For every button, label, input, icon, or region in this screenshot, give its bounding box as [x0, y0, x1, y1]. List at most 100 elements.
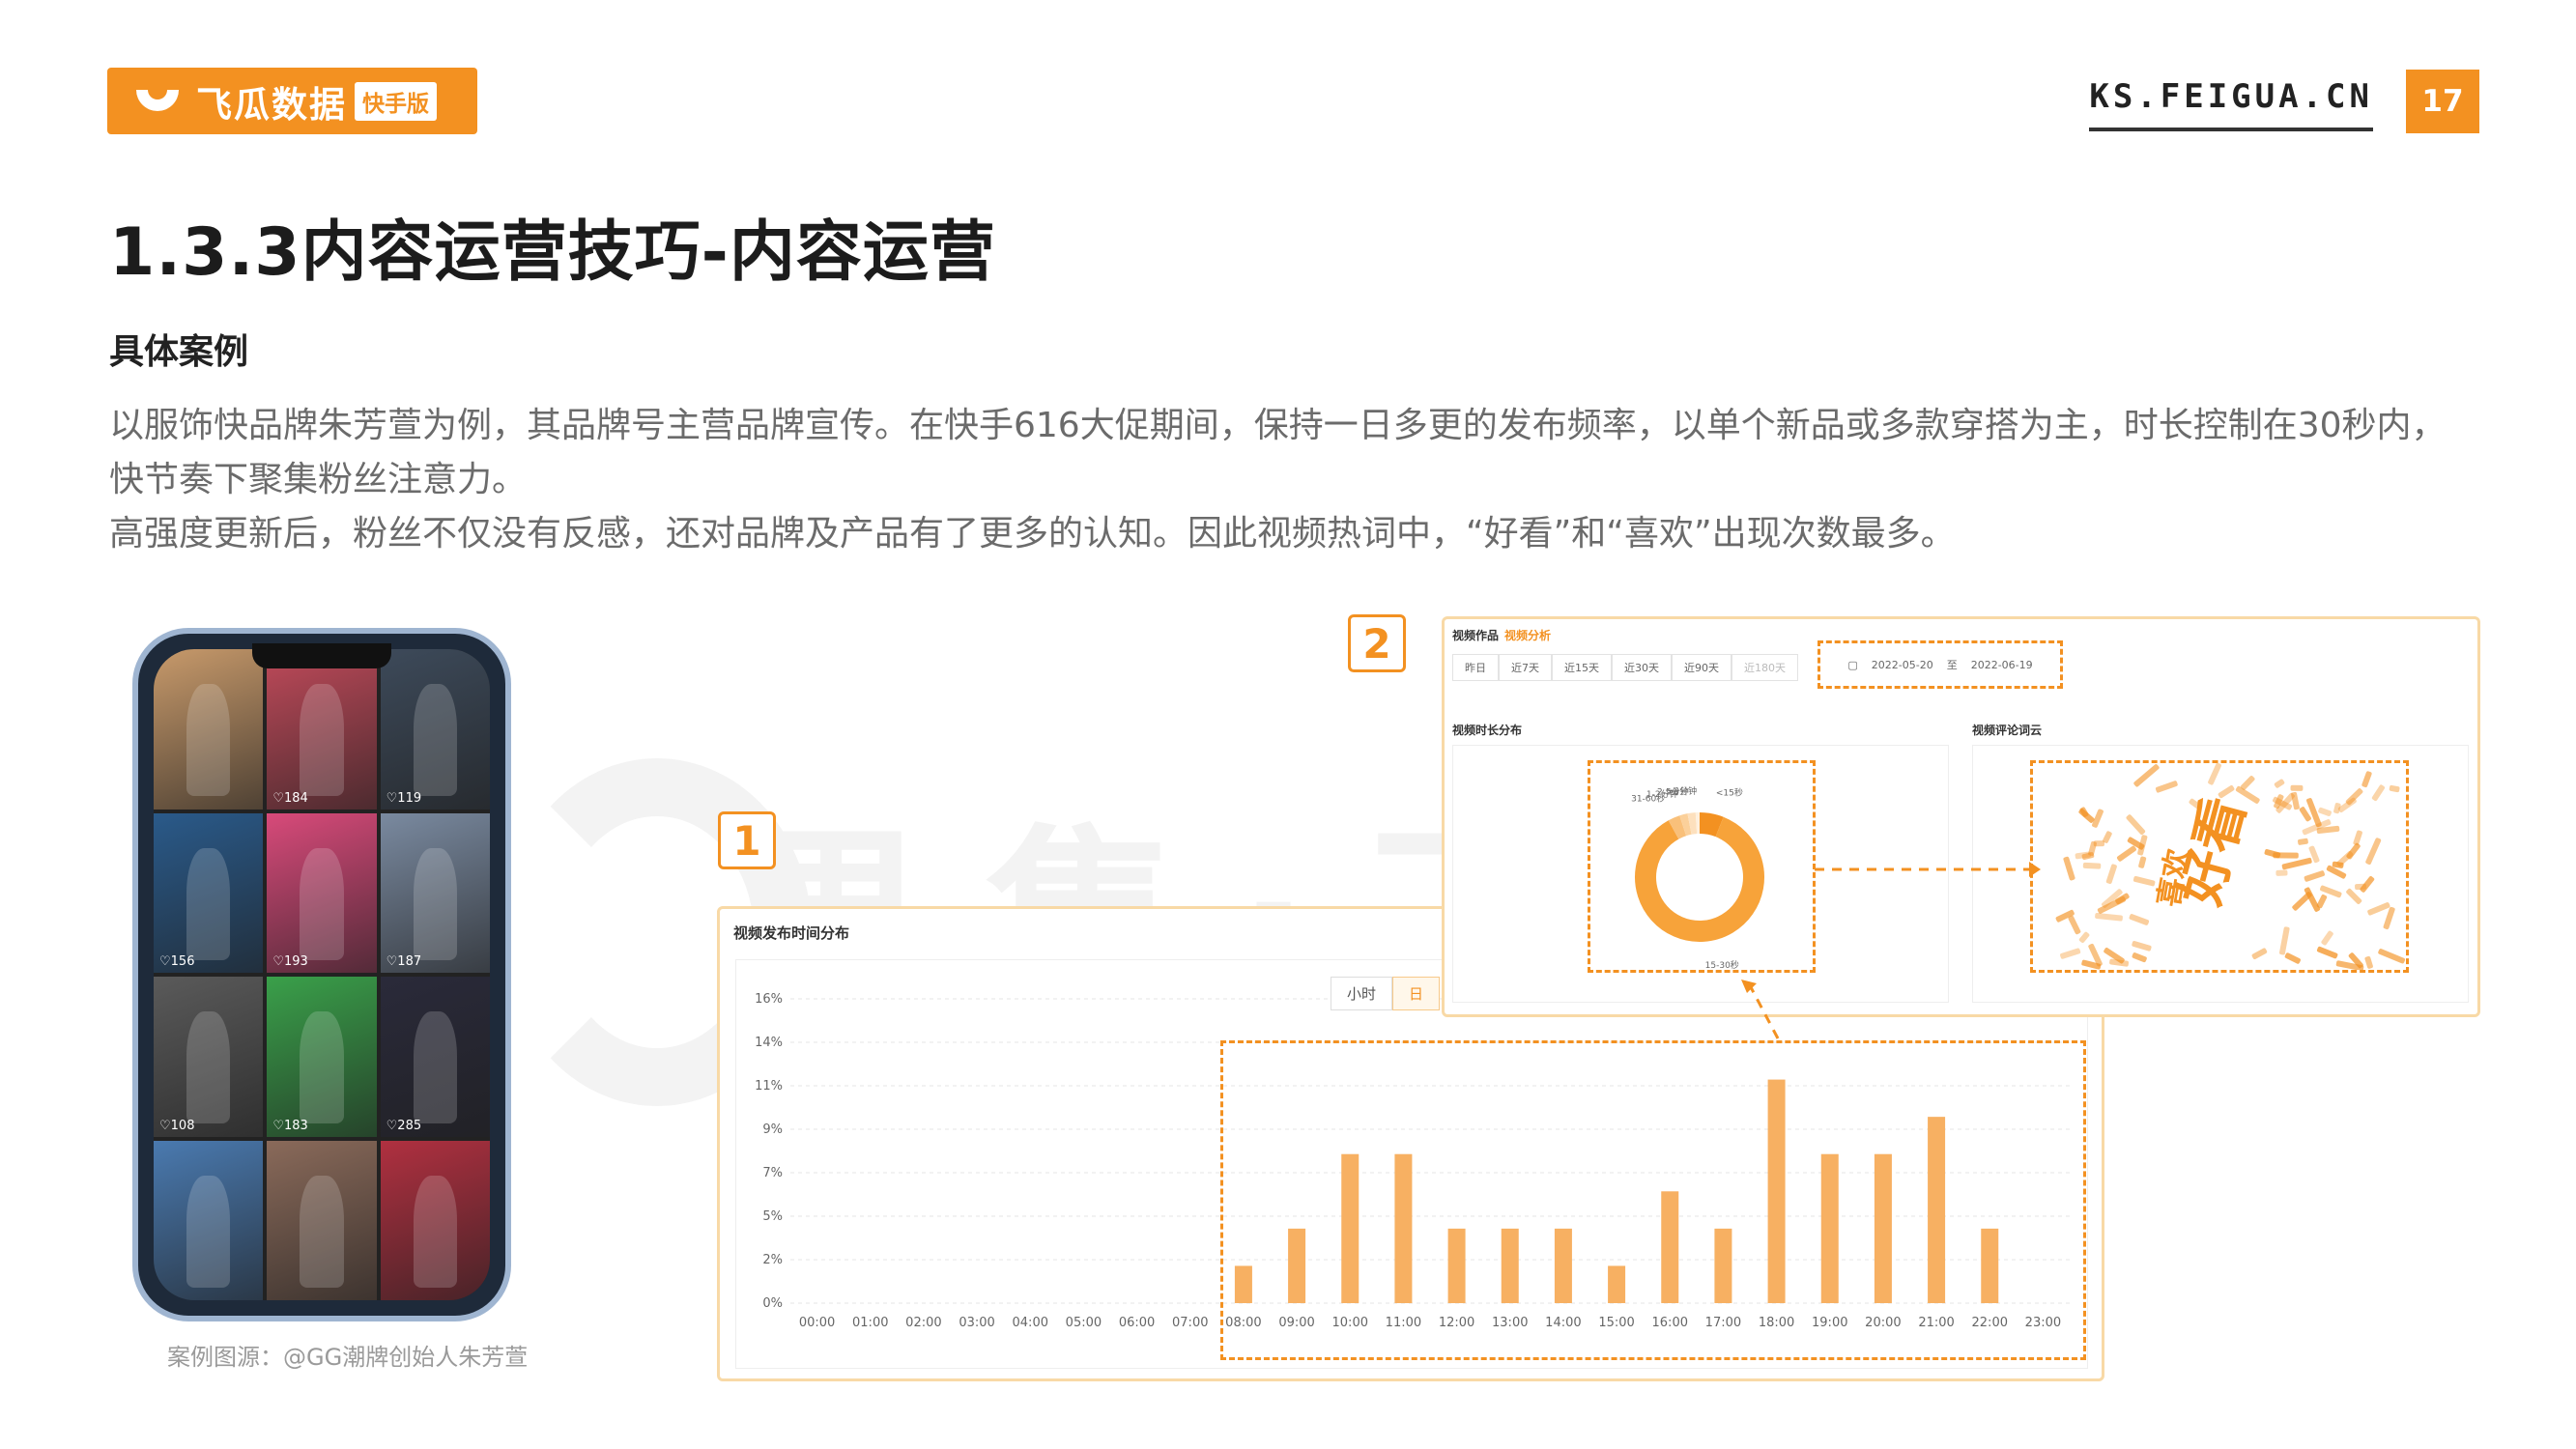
video-thumbnail[interactable]: ♡193 [267, 812, 377, 973]
y-tick-label: 16% [755, 992, 783, 1007]
y-tick-label: 11% [755, 1079, 783, 1094]
range-tab[interactable]: 近15天 [1552, 654, 1612, 681]
page-number: 17 [2406, 70, 2479, 133]
video-thumbnail[interactable] [380, 1140, 490, 1300]
toggle-hour[interactable]: 小时 [1331, 977, 1393, 1010]
cloud-word-small [2116, 845, 2136, 862]
person-silhouette [300, 1011, 344, 1124]
cloud-word-small [2383, 906, 2395, 930]
panel2-tab-main[interactable]: 视频作品 [1452, 627, 1499, 643]
donut-slice[interactable] [1679, 813, 1692, 837]
cloud-word-small [2208, 763, 2221, 785]
calendar-icon: ▢ [1847, 658, 1858, 671]
video-thumbnail[interactable]: ♡184 [267, 649, 377, 810]
video-thumbnail[interactable] [154, 649, 264, 810]
person-silhouette [413, 684, 457, 797]
cloud-word-small [2275, 869, 2288, 876]
page-title: 1.3.3内容运营技巧-内容运营 [109, 214, 996, 291]
donut-slice[interactable] [1668, 815, 1687, 839]
cloud-word-small [2129, 914, 2150, 925]
badge-1: 1 [718, 811, 776, 869]
y-tick-label: 14% [755, 1036, 783, 1050]
person-silhouette [413, 847, 457, 960]
image-caption: 案例图源：@GG潮牌创始人朱芳萱 [167, 1344, 529, 1371]
like-count: ♡183 [272, 1118, 308, 1133]
video-thumbnail[interactable]: ♡285 [380, 977, 490, 1137]
video-thumbnail[interactable]: ♡156 [154, 812, 264, 973]
phone-screen-grid: ♡184 ♡119 ♡156 ♡193 ♡187 ♡108 ♡183 ♡285 [154, 649, 490, 1300]
range-tabs: 昨日 近7天 近15天 近30天 近90天 近180天 [1452, 654, 1798, 681]
like-count: ♡187 [386, 954, 422, 969]
date-to: 2022-06-19 [1970, 658, 2033, 671]
video-thumbnail[interactable]: ♡187 [380, 812, 490, 973]
range-tab[interactable]: 近90天 [1672, 654, 1732, 681]
x-tick-label: 06:00 [1119, 1316, 1155, 1330]
cloud-word-small [2284, 952, 2301, 964]
cloud-word-small [2274, 779, 2285, 788]
cloud-word-small [2346, 842, 2361, 860]
person-silhouette [186, 1175, 231, 1288]
date-from: 2022-05-20 [1871, 658, 1933, 671]
video-thumbnail[interactable]: ♡108 [154, 977, 264, 1137]
x-tick-label: 00:00 [799, 1316, 835, 1330]
comment-wordcloud: 好看 喜欢 [2055, 763, 2406, 970]
cloud-word-small [2365, 838, 2382, 866]
video-thumbnail[interactable]: ♡119 [380, 649, 490, 810]
bars-highlight-box [1220, 1040, 2086, 1360]
cloud-word-small [2126, 814, 2146, 835]
donut-label: <15秒 [1716, 787, 1743, 799]
cloud-word-small [2318, 807, 2332, 816]
date-range-picker[interactable]: ▢ 2022-05-20 至 2022-06-19 [1818, 640, 2063, 689]
like-count: ♡119 [386, 790, 422, 806]
cloud-word-small [2389, 784, 2400, 793]
cloud-word-small [2093, 840, 2105, 847]
donut-slice[interactable] [1699, 812, 1724, 838]
cloud-word-small [2235, 785, 2260, 804]
phone-mockup: ♡184 ♡119 ♡156 ♡193 ♡187 ♡108 ♡183 ♡285 [132, 628, 511, 1321]
donut-slice[interactable] [1687, 812, 1698, 835]
cloud-word-small [2281, 857, 2312, 870]
section-subtitle: 具体案例 [109, 332, 249, 372]
range-tab[interactable]: 昨日 [1452, 654, 1499, 681]
range-tab[interactable]: 近30天 [1612, 654, 1672, 681]
panel2-tab-active[interactable]: 视频分析 [1504, 627, 1551, 643]
cloud-word-small [2082, 862, 2102, 869]
cloud-word-small [2155, 781, 2178, 793]
cloud-word-small [2103, 831, 2112, 843]
cloud-word-small [2346, 888, 2362, 904]
person-silhouette [300, 1175, 344, 1288]
x-tick-label: 05:00 [1066, 1316, 1102, 1330]
cloud-word-small [2133, 764, 2160, 787]
range-tab[interactable]: 近7天 [1499, 654, 1552, 681]
logo-tag: 快手版 [355, 81, 437, 121]
duration-title: 视频时长分布 [1452, 724, 1523, 737]
y-tick-label: 2% [762, 1253, 783, 1267]
cloud-word-small [2132, 952, 2147, 963]
badge-2: 2 [1348, 614, 1406, 672]
cloud-word-small [2378, 949, 2406, 964]
donut-slice[interactable] [1635, 816, 1764, 942]
wordcloud-title: 视频评论词云 [1972, 724, 2043, 737]
video-thumbnail[interactable] [154, 1140, 264, 1300]
video-analysis-panel: 视频作品 视频分析 昨日 近7天 近15天 近30天 近90天 近180天 ▢ … [1442, 616, 2480, 1017]
cloud-word-small [2304, 870, 2325, 882]
range-tab[interactable]: 近180天 [1732, 654, 1798, 681]
site-url[interactable]: KS.FEIGUA.CN [2089, 77, 2373, 131]
cloud-word-small [2361, 771, 2372, 788]
video-thumbnail[interactable] [267, 1140, 377, 1300]
cloud-word-small [2078, 931, 2090, 944]
person-silhouette [300, 684, 344, 797]
paragraph-2: 高强度更新后，粉丝不仅没有反感，还对品牌及产品有了更多的认知。因此视频热词中，“… [109, 514, 1956, 554]
y-tick-label: 5% [762, 1209, 783, 1224]
donut-label: 15-30秒 [1705, 959, 1739, 970]
cloud-word-small [2132, 875, 2156, 887]
cloud-word-small [2138, 856, 2147, 868]
duration-donut-chart: <15秒15-30秒31-60秒1-2分钟2-5分钟>5分钟 [1631, 785, 1764, 971]
cloud-word-small [2367, 902, 2390, 916]
person-silhouette [413, 1175, 457, 1288]
toggle-day[interactable]: 日 [1392, 977, 1441, 1010]
cloud-word-small [2132, 941, 2152, 952]
x-tick-label: 01:00 [852, 1316, 888, 1330]
person-silhouette [300, 847, 344, 960]
video-thumbnail[interactable]: ♡183 [267, 977, 377, 1137]
